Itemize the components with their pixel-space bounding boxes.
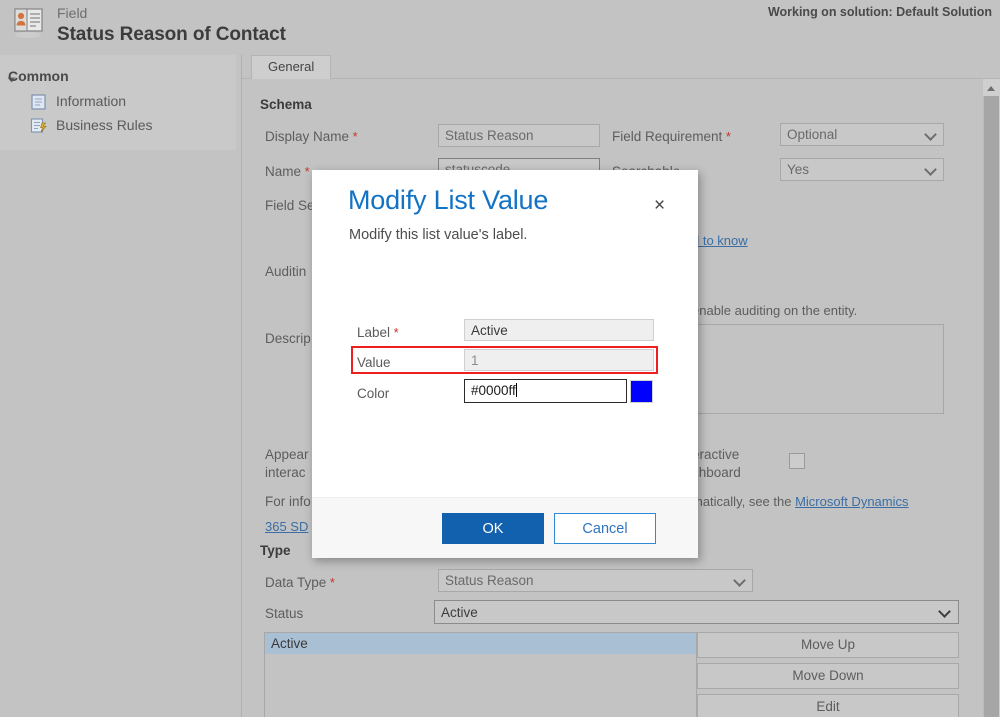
page-title: Status Reason of Contact <box>57 24 286 46</box>
dialog-title: Modify List Value <box>348 185 548 216</box>
dialog-subtitle: Modify this list value's label. <box>349 227 527 243</box>
sidebar-item-label: Business Rules <box>56 117 153 133</box>
sdk-info-text: matically, see the Microsoft Dynamics <box>692 494 909 509</box>
for-info-label: For info <box>265 494 311 509</box>
tab-general[interactable]: General <box>251 55 331 79</box>
status-select[interactable]: Active <box>434 600 959 624</box>
field-security-label: Field Se <box>265 198 315 213</box>
edit-button[interactable]: Edit <box>697 694 959 717</box>
sidebar-item-business-rules[interactable]: Business Rules <box>30 117 153 133</box>
microsoft-dynamics-link[interactable]: Microsoft Dynamics <box>795 494 908 509</box>
move-up-button[interactable]: Move Up <box>697 632 959 658</box>
sidebar-group-common[interactable]: Common <box>8 68 69 84</box>
status-label: Status <box>265 606 303 621</box>
close-icon[interactable]: × <box>648 195 670 217</box>
field-requirement-label: Field Requirement * <box>612 129 731 144</box>
interactive-dashboard-label-line1: eractive <box>692 447 739 462</box>
chevron-down-icon <box>938 605 951 618</box>
label-field-label: Label * <box>357 325 399 340</box>
display-name-input[interactable]: Status Reason <box>438 124 600 147</box>
name-label: Name * <box>265 164 310 179</box>
searchable-select[interactable]: Yes <box>780 158 944 181</box>
move-down-button[interactable]: Move Down <box>697 663 959 689</box>
tabstrip: General <box>242 55 1000 79</box>
required-marker: * <box>326 575 335 590</box>
chevron-down-icon <box>924 128 937 141</box>
header-subtitle: Field <box>57 5 87 21</box>
description-label: Descrip <box>265 331 311 346</box>
dialog-footer: OK Cancel <box>312 497 698 558</box>
value-field-label: Value <box>357 355 391 370</box>
contact-card-icon <box>12 6 48 40</box>
cancel-button[interactable]: Cancel <box>554 513 656 544</box>
status-reason-list[interactable]: Active <box>264 632 697 717</box>
required-marker: * <box>349 129 358 144</box>
vertical-scrollbar-thumb[interactable] <box>984 96 999 717</box>
color-field-label: Color <box>357 386 389 401</box>
interactive-dashboard-checkbox[interactable] <box>789 453 805 469</box>
color-field-input[interactable]: #0000ff <box>464 379 627 403</box>
auditing-helper-text: enable auditing on the entity. <box>692 303 857 318</box>
sidebar-background <box>0 150 236 717</box>
data-type-select: Status Reason <box>438 569 753 592</box>
auditing-label: Auditin <box>265 264 306 279</box>
interactive-dashboard-label-line2: shboard <box>692 465 741 480</box>
text-caret <box>516 383 517 397</box>
field-requirement-select[interactable]: Optional <box>780 123 944 146</box>
business-rules-icon <box>30 118 48 134</box>
document-icon <box>30 94 48 110</box>
ok-button[interactable]: OK <box>442 513 544 544</box>
sidebar-item-label: Information <box>56 93 126 109</box>
chevron-down-icon <box>924 163 937 176</box>
sdk-link[interactable]: 365 SD <box>265 519 308 534</box>
section-title-schema: Schema <box>260 97 312 112</box>
required-marker: * <box>301 164 310 179</box>
sidebar: Common Information <box>0 55 236 150</box>
appears-label-line2: interac <box>265 465 306 480</box>
section-title-type: Type <box>260 543 291 558</box>
data-type-label: Data Type * <box>265 575 335 590</box>
sidebar-item-information[interactable]: Information <box>30 93 126 109</box>
need-to-know-link[interactable]: d to know <box>692 233 748 248</box>
required-marker: * <box>390 325 399 340</box>
dialog-body: Label * Active Value 1 Color #0000ff <box>312 290 698 497</box>
display-name-label: Display Name * <box>265 129 358 144</box>
chevron-down-icon <box>733 574 746 587</box>
color-swatch[interactable] <box>630 380 653 403</box>
caret-up-icon <box>987 86 995 91</box>
solution-status-text: Working on solution: Default Solution <box>768 5 992 19</box>
value-field-input[interactable]: 1 <box>464 349 654 371</box>
list-item[interactable]: Active <box>265 633 696 654</box>
scroll-up-button[interactable] <box>983 79 1000 96</box>
label-field-input[interactable]: Active <box>464 319 654 341</box>
required-marker: * <box>722 129 731 144</box>
page-header: Field Status Reason of Contact Working o… <box>0 0 1000 55</box>
application-window: Field Status Reason of Contact Working o… <box>0 0 1000 717</box>
appears-label-line1: Appear <box>265 447 309 462</box>
modify-list-value-dialog: Modify List Value Modify this list value… <box>312 170 698 558</box>
